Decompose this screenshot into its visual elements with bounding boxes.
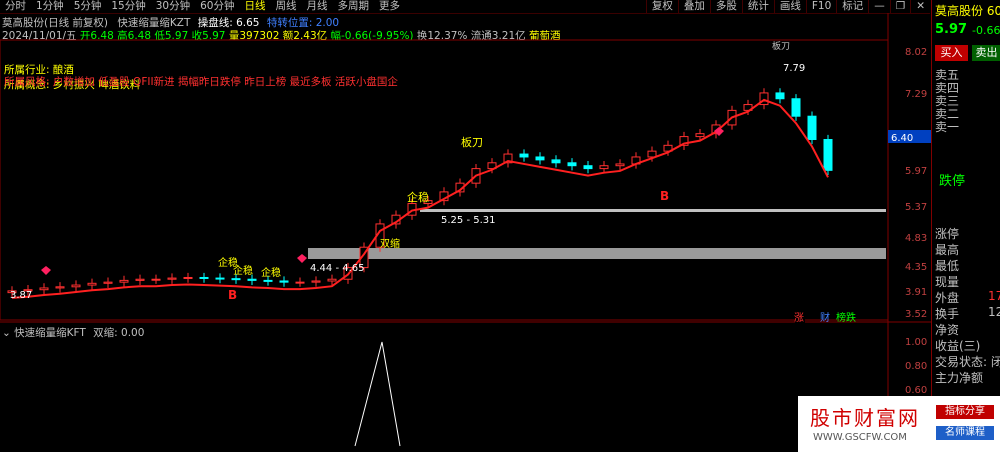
sub-y-tick-label: 0.60	[905, 385, 927, 396]
candle-body[interactable]	[71, 284, 81, 288]
candle-body[interactable]	[279, 280, 289, 283]
y-tick-label: 4.35	[905, 262, 927, 273]
sell-button[interactable]: 卖出	[972, 45, 1000, 61]
diamond-marker-1	[41, 266, 51, 275]
y-tick-label: 3.52	[905, 309, 927, 320]
candle-body[interactable]	[231, 278, 241, 281]
candle-body[interactable]	[183, 276, 193, 279]
kline-chart[interactable]: 8.027.296.635.975.374.834.353.913.52 1.0…	[0, 0, 931, 452]
current-price-label: 6.40	[891, 133, 913, 144]
annotation-stable-4: 企稳	[407, 190, 429, 204]
candle-body[interactable]	[311, 280, 321, 283]
annotation-board-knife: 板刀	[461, 135, 483, 149]
sub-indicator-header: ⌄ 快速缩量缩KFT 双缩: 0.00	[2, 325, 144, 340]
stat-row: 最高	[935, 243, 960, 257]
turnover-value: 12	[988, 305, 1000, 319]
watermark-url: WWW.GSCFW.COM	[813, 432, 907, 443]
side-change: -0.66	[972, 24, 1000, 37]
stat-row: 现量	[935, 275, 960, 289]
course-button[interactable]: 名师课程	[936, 426, 994, 440]
ask-level: 卖一	[935, 120, 960, 134]
candle-body[interactable]	[215, 277, 225, 280]
candle-body[interactable]	[55, 286, 65, 289]
candle-body[interactable]	[807, 115, 817, 140]
candle-body[interactable]	[519, 153, 529, 158]
outer-volume: 17	[988, 289, 1000, 303]
candle-body[interactable]	[551, 159, 561, 164]
band-range-2: 4.44 - 4.65	[310, 263, 365, 274]
double-shrink-spike	[354, 341, 401, 447]
collapse-icon[interactable]: ⌄	[2, 327, 14, 339]
candle-body[interactable]	[39, 287, 49, 291]
candle-body[interactable]	[327, 278, 337, 282]
y-tick-label: 3.91	[905, 287, 927, 298]
stat-row: 涨停	[935, 227, 960, 241]
candle-body[interactable]	[263, 279, 273, 282]
candle-body[interactable]	[167, 277, 177, 280]
stat-row: 主力净额	[935, 371, 984, 385]
quote-panel: 莫高股份 60 5.97 -0.66 买入 卖出 卖五 卖四 卖三 卖二 卖一 跌停 涨…	[931, 0, 1000, 452]
y-tick-label: 7.29	[905, 89, 927, 100]
support-band-2	[420, 209, 886, 212]
share-button[interactable]: 指标分享	[936, 405, 994, 419]
buy-button[interactable]: 买入	[935, 45, 968, 61]
side-stock-name: 莫高股份 60	[935, 4, 1000, 18]
side-price: 5.97	[935, 22, 968, 37]
candle-body[interactable]	[791, 98, 801, 117]
candle-body[interactable]	[823, 138, 833, 171]
candle-body[interactable]	[695, 133, 705, 138]
stat-row: 交易状态: 闭	[935, 355, 1000, 369]
buy-signal-2: B	[660, 189, 669, 203]
candle-body[interactable]	[535, 156, 545, 161]
stat-row: 最低	[935, 259, 960, 273]
candle-body[interactable]	[135, 278, 145, 281]
high-price-label: 7.79	[783, 63, 805, 74]
tag-finance[interactable]: 财	[820, 311, 830, 324]
y-tick-label: 4.83	[905, 233, 927, 244]
candle-body[interactable]	[103, 281, 113, 284]
tag-up[interactable]: 涨	[794, 312, 804, 324]
y-tick-label: 8.02	[905, 47, 927, 58]
candle-body[interactable]	[583, 165, 593, 170]
candle-body[interactable]	[295, 281, 305, 284]
stat-row: 收益(三)	[935, 339, 981, 353]
buy-signal-1: B	[228, 288, 237, 302]
diamond-marker-3	[297, 254, 307, 263]
annotation-double-shrink: 双缩	[380, 237, 400, 250]
candle-body[interactable]	[151, 278, 161, 281]
sub-indicator-value: 双缩: 0.00	[93, 327, 145, 339]
main-frame	[0, 39, 889, 321]
candle-body[interactable]	[199, 276, 209, 279]
stat-row: 外盘	[935, 291, 960, 305]
annotation-board-knife-2: 板刀	[772, 40, 790, 52]
candle-body[interactable]	[775, 92, 785, 100]
watermark-logo: 股市财富网 WWW.GSCFW.COM 指标分享 名师课程	[798, 396, 1000, 452]
stat-row: 净资	[935, 323, 960, 337]
candle-body[interactable]	[567, 162, 577, 167]
watermark-title: 股市财富网	[810, 406, 920, 430]
annotation-stable-3: 企稳	[261, 266, 281, 279]
low-price-label: 3.87	[10, 290, 32, 301]
stat-row: 换手	[935, 307, 960, 321]
candle-body[interactable]	[615, 163, 625, 167]
candle-body[interactable]	[87, 282, 97, 286]
candle-body[interactable]	[247, 278, 257, 281]
y-tick-label: 5.37	[905, 202, 927, 213]
tag-board[interactable]: 榜跌	[836, 311, 856, 324]
limit-down-label: 跌停	[939, 174, 966, 189]
y-tick-label: 5.97	[905, 166, 927, 177]
sub-y-tick-label: 1.00	[905, 337, 927, 348]
candle-body[interactable]	[119, 279, 129, 283]
sub-y-tick-label: 0.80	[905, 361, 927, 372]
annotation-stable-2: 企稳	[233, 264, 253, 277]
band-range-1: 5.25 - 5.31	[441, 215, 496, 226]
candle-body[interactable]	[599, 165, 609, 170]
sub-indicator-title[interactable]: 快速缩量缩KFT	[14, 327, 86, 339]
